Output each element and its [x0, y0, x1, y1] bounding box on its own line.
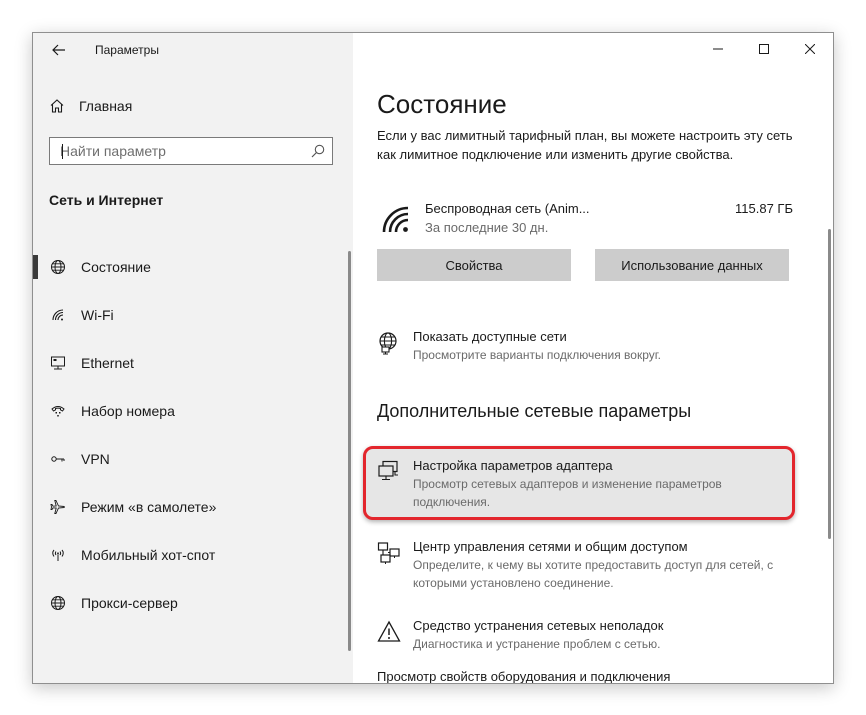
- dialup-icon: [49, 402, 67, 420]
- troubleshooter-desc: Диагностика и устранение проблем с сетью…: [413, 637, 661, 651]
- sidebar-item-home[interactable]: Главная: [49, 95, 132, 117]
- search-icon[interactable]: [310, 143, 326, 159]
- sidebar-item-label: Прокси-сервер: [81, 595, 178, 611]
- network-center-title: Центр управления сетями и общим доступом: [413, 539, 688, 554]
- sidebar-item-label: VPN: [81, 451, 110, 467]
- network-period: За последние 30 дн.: [425, 220, 549, 235]
- maximize-button[interactable]: [741, 33, 787, 65]
- troubleshooter-link[interactable]: Средство устранения сетевых неполадок Ди…: [377, 618, 793, 658]
- close-button[interactable]: [787, 33, 833, 65]
- data-usage-button[interactable]: Использование данных: [595, 249, 789, 281]
- sidebar-item-label: Ethernet: [81, 355, 134, 371]
- properties-button[interactable]: Свойства: [377, 249, 571, 281]
- sidebar-item-proxy[interactable]: Прокси-сервер: [33, 579, 353, 627]
- hotspot-icon: [49, 546, 67, 564]
- show-networks-desc: Просмотрите варианты подключения вокруг.: [413, 348, 661, 362]
- maximize-icon: [759, 44, 769, 54]
- troubleshooter-title: Средство устранения сетевых неполадок: [413, 618, 664, 633]
- network-name: Беспроводная сеть (Anim...: [425, 201, 590, 216]
- network-sharing-icon: [377, 542, 400, 564]
- search-box[interactable]: [49, 137, 333, 165]
- sidebar-item-vpn[interactable]: VPN: [33, 435, 353, 483]
- adapter-settings-desc: Просмотр сетевых адаптеров и изменение п…: [413, 477, 722, 509]
- sidebar-item-label: Состояние: [81, 259, 151, 275]
- back-button[interactable]: [47, 39, 71, 61]
- settings-window: Параметры Главная Сеть и Интернет: [32, 32, 834, 684]
- sidebar-item-label: Wi-Fi: [81, 307, 114, 323]
- network-center-link[interactable]: Центр управления сетями и общим доступом…: [377, 539, 793, 593]
- sidebar-item-dialup[interactable]: Набор номера: [33, 387, 353, 435]
- sidebar-nav: Состояние Wi-Fi Ethernet Набор номера VP…: [33, 243, 353, 627]
- sidebar-section-title: Сеть и Интернет: [49, 192, 164, 208]
- show-networks-link[interactable]: Показать доступные сети Просмотрите вари…: [377, 329, 793, 369]
- wifi-signal-icon: [382, 206, 409, 233]
- globe-icon: [49, 594, 67, 612]
- search-input[interactable]: [50, 138, 310, 164]
- page-title: Состояние: [377, 89, 507, 119]
- sidebar-item-hotspot[interactable]: Мобильный хот-спот: [33, 531, 353, 579]
- back-arrow-icon: [52, 44, 65, 56]
- network-adapter-icon: [378, 460, 398, 481]
- warning-icon: [377, 620, 401, 642]
- window-controls: [695, 33, 833, 65]
- sidebar: Параметры Главная Сеть и Интернет: [33, 33, 353, 683]
- home-icon: [50, 99, 64, 113]
- advanced-heading: Дополнительные сетевые параметры: [377, 401, 692, 421]
- sidebar-item-airplane[interactable]: Режим «в самолете»: [33, 483, 353, 531]
- show-networks-title: Показать доступные сети: [413, 329, 567, 344]
- minimize-button[interactable]: [695, 33, 741, 65]
- network-center-desc: Определите, к чему вы хотите предоставит…: [413, 558, 774, 590]
- network-usage: 115.87 ГБ: [735, 201, 793, 216]
- text-cursor: [62, 144, 63, 159]
- sidebar-scrollbar[interactable]: [348, 251, 351, 651]
- minimize-icon: [713, 48, 723, 50]
- globe-icon: [49, 258, 67, 276]
- network-status: Беспроводная сеть (Anim... За последние …: [377, 199, 793, 239]
- globe-network-icon: [379, 332, 397, 355]
- close-icon: [805, 44, 815, 54]
- intro-text: Если у вас лимитный тарифный план, вы мо…: [377, 128, 793, 162]
- sidebar-item-label: Мобильный хот-спот: [81, 547, 216, 563]
- sidebar-item-label: Набор номера: [81, 403, 175, 419]
- vpn-icon: [49, 450, 67, 468]
- ethernet-icon: [49, 354, 67, 372]
- sidebar-item-home-label: Главная: [79, 98, 133, 114]
- adapter-settings-link[interactable]: Настройка параметров адаптера Просмотр с…: [377, 458, 793, 512]
- sidebar-item-wifi[interactable]: Wi-Fi: [33, 291, 353, 339]
- adapter-settings-title: Настройка параметров адаптера: [413, 458, 613, 473]
- sidebar-item-status[interactable]: Состояние: [33, 243, 353, 291]
- app-title: Параметры: [95, 43, 159, 57]
- hardware-properties-link[interactable]: Просмотр свойств оборудования и подключе…: [377, 669, 670, 683]
- wifi-icon: [49, 306, 67, 324]
- sidebar-item-label: Режим «в самолете»: [81, 499, 217, 515]
- airplane-icon: [49, 498, 67, 516]
- sidebar-item-ethernet[interactable]: Ethernet: [33, 339, 353, 387]
